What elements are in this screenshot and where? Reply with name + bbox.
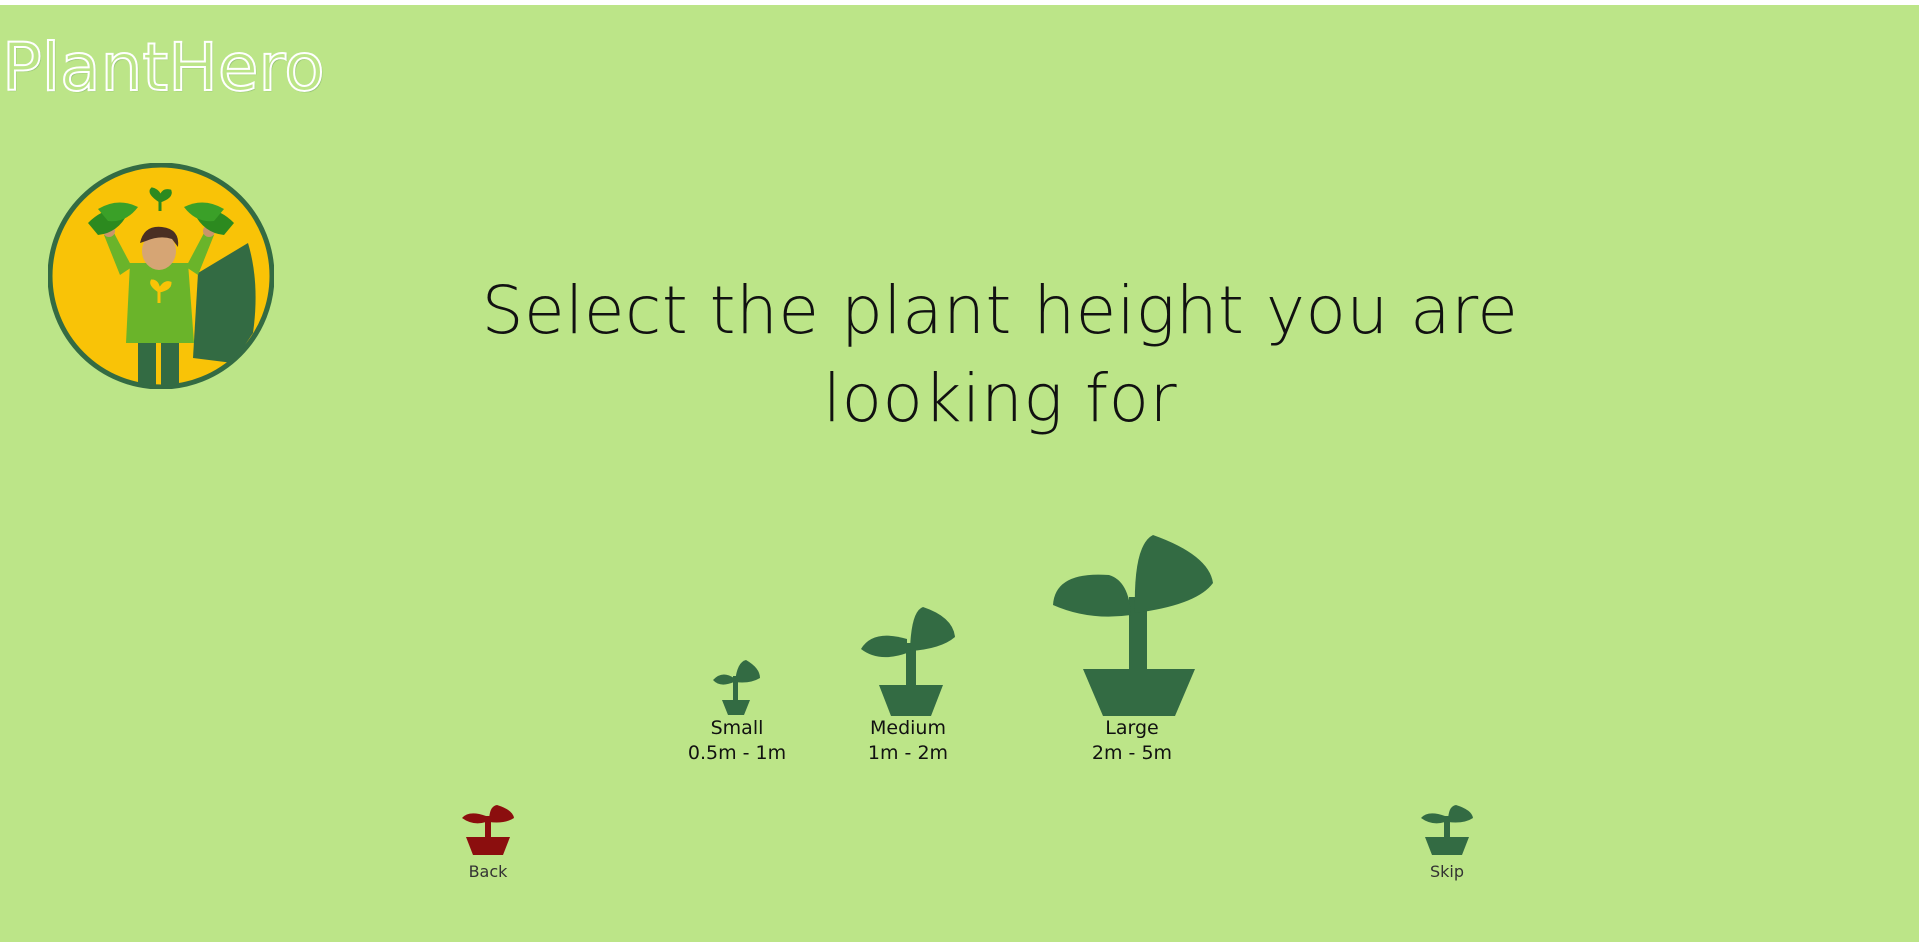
red-plant-icon	[462, 805, 514, 855]
question-heading: Select the plant height you are looking …	[481, 272, 1519, 437]
option-medium[interactable]: Medium 1m - 2m	[856, 605, 960, 766]
option-large-range: 2m - 5m	[1091, 742, 1173, 764]
skip-button[interactable]: Skip	[1409, 804, 1485, 881]
option-medium-label: Medium	[870, 717, 946, 739]
app-logo[interactable]: PlantHero	[1, 34, 326, 102]
back-label: Back	[468, 862, 508, 881]
skip-label: Skip	[1429, 862, 1465, 881]
option-small-label: Small	[710, 717, 764, 739]
option-small-range: 0.5m - 1m	[687, 742, 787, 764]
hero-avatar	[48, 163, 274, 389]
page: PlantHero Select the plant height you ar…	[0, 5, 1919, 942]
back-button[interactable]: Back	[450, 804, 526, 881]
green-plant-icon	[1421, 805, 1473, 855]
option-medium-range: 1m - 2m	[867, 742, 949, 764]
medium-plant-icon	[861, 607, 955, 716]
option-small[interactable]: Small 0.5m - 1m	[685, 658, 789, 766]
large-plant-icon	[1053, 535, 1213, 716]
small-plant-icon	[713, 660, 760, 715]
option-large-label: Large	[1105, 717, 1159, 739]
option-large[interactable]: Large 2m - 5m	[1032, 533, 1232, 766]
